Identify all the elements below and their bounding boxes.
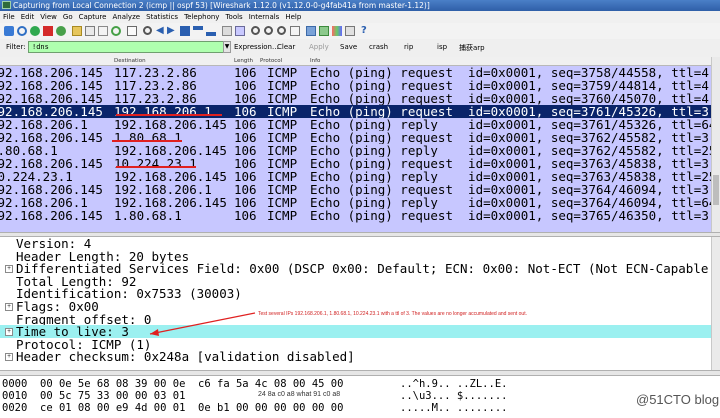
annotation-arrow xyxy=(149,312,256,336)
hex-bytes: ce 01 08 00 e9 4d 00 01 0e b1 00 00 00 0… xyxy=(40,402,344,414)
hex-offset: 0000 xyxy=(2,378,28,390)
hex-bytes: 00 0e 5e 68 08 39 00 0e c6 fa 5a 4c 08 0… xyxy=(40,378,344,390)
hex-ascii: .....M.. ........ xyxy=(400,402,508,414)
hex-offset: 0010 xyxy=(2,390,28,402)
hex-ascii: ..\u3... $....... xyxy=(400,390,508,402)
watermark: @51CTO blog xyxy=(636,392,720,407)
annotation-note: Test several IPs 192.168.206.1, 1.80.68.… xyxy=(258,311,527,317)
packet-bytes[interactable]: 0000 00 0e 5e 68 08 39 00 0e c6 fa 5a 4c … xyxy=(0,376,720,418)
hex-ascii: ..^h.9.. ..ZL..E. xyxy=(400,378,508,390)
hex-overlay-note: 24 8a c0 a8 what 91 c0 a8 xyxy=(258,391,341,398)
hex-offset: 0020 xyxy=(2,402,28,414)
hex-bytes: 00 5c 75 33 00 00 03 01 xyxy=(40,390,199,402)
